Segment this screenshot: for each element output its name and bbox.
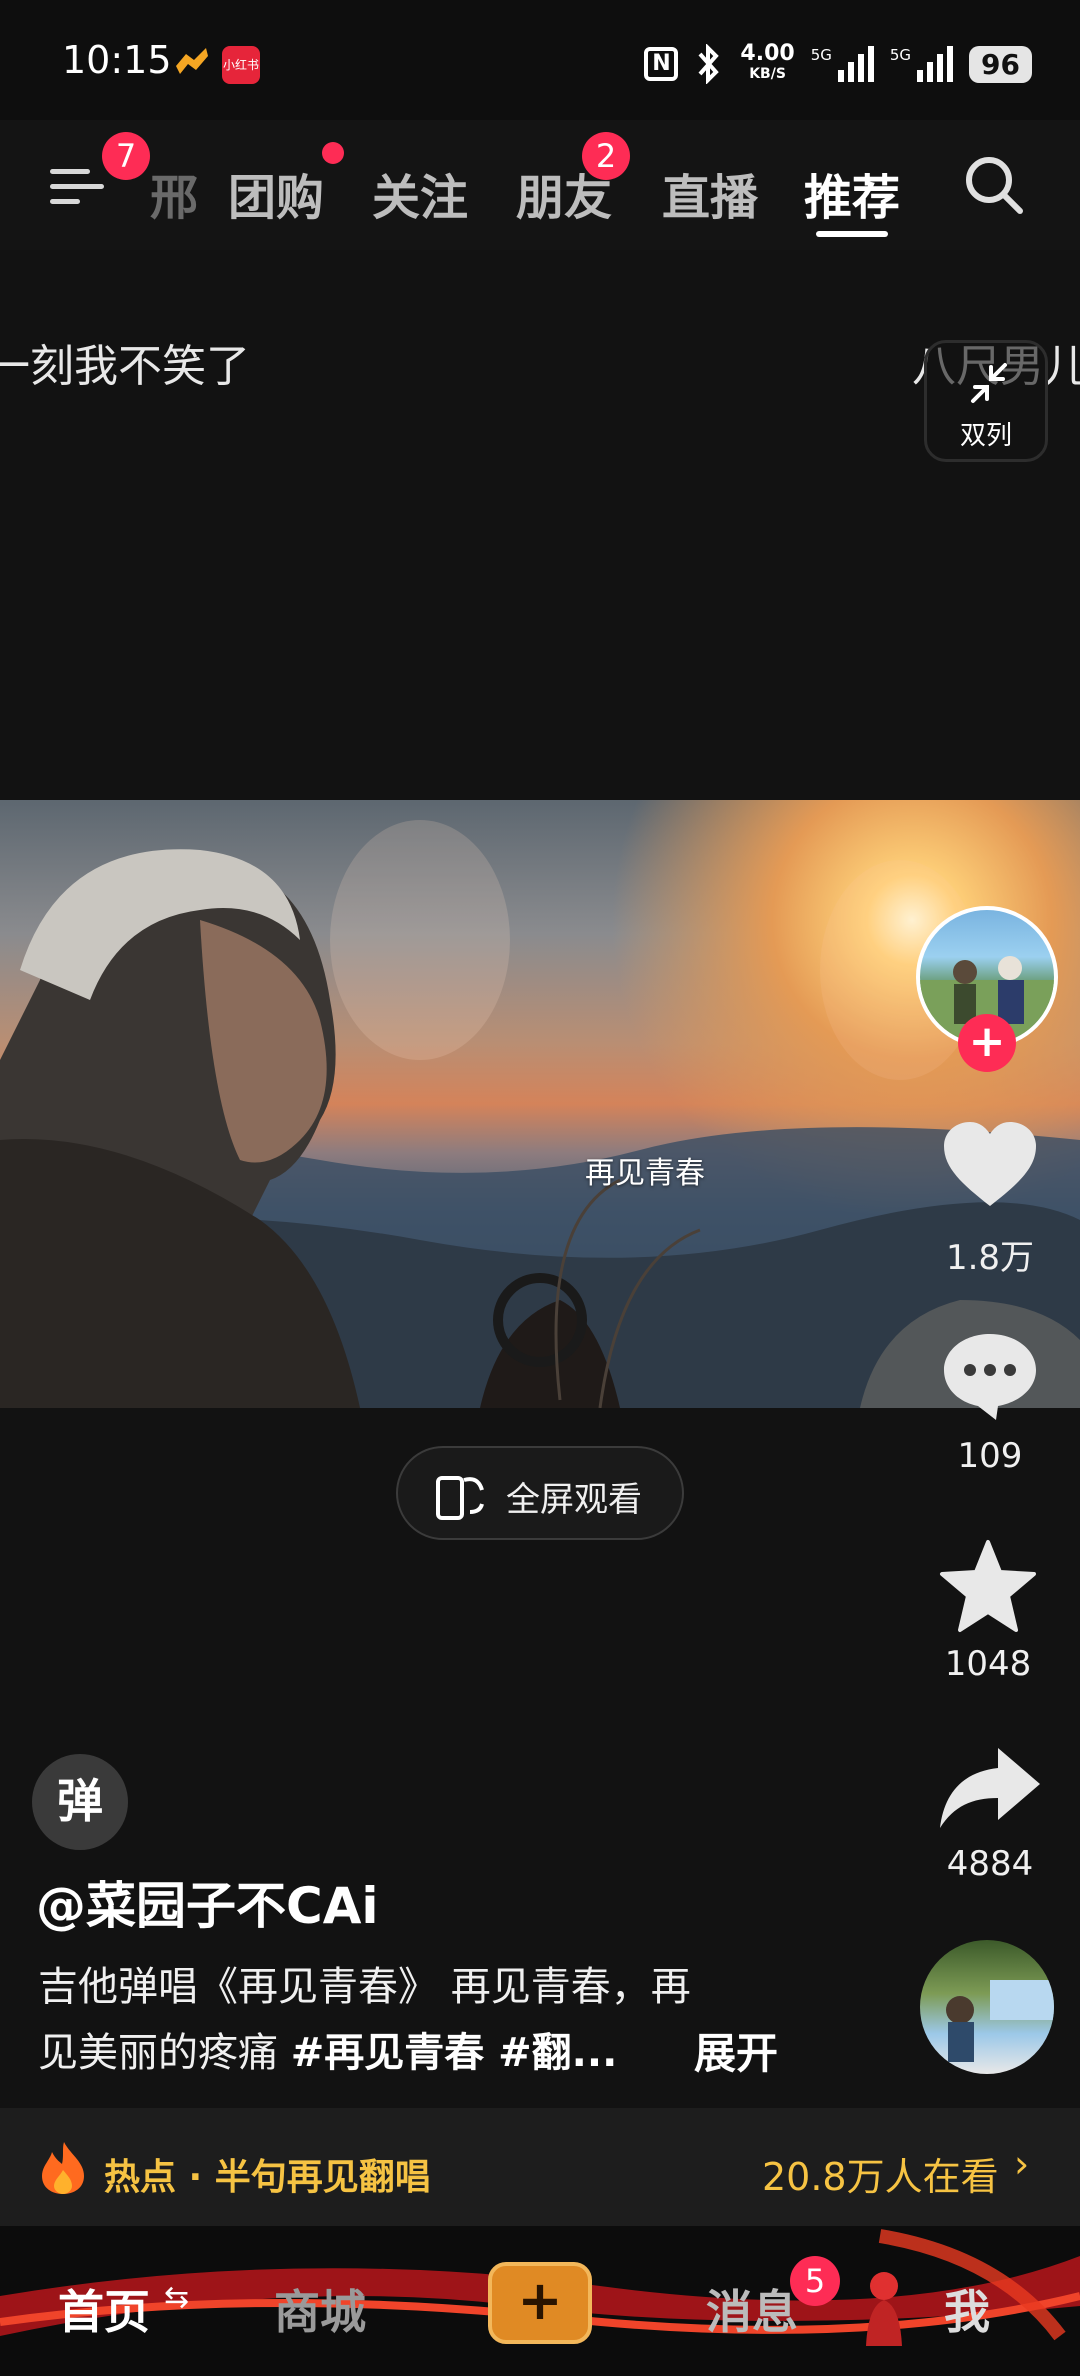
caption-line1: 吉他弹唱《再见青春》 再见青春，再 [38,1964,691,2010]
video-title-overlay: 再见青春 [585,1156,705,1191]
menu-badge: 7 [102,132,150,180]
tab-friends-badge: 2 [582,132,630,180]
nfc-icon: N [644,47,679,81]
messages-badge: 5 [790,2256,840,2306]
favorite-star-icon[interactable] [938,1538,1038,1634]
danmaku-button[interactable]: 弹 [32,1754,128,1850]
comment-count: 109 [957,1436,1023,1476]
prev-video-caption: 一刻我不笑了 [0,341,250,392]
music-cover-photo [946,1980,1054,2062]
switch-arrows-icon[interactable]: ⇆ [164,2280,189,2315]
fire-icon [42,2142,84,2194]
create-button[interactable]: + [488,2262,592,2344]
trending-topic: 热点 · 半句再见翻唱 [104,2157,431,2198]
nav-me[interactable]: 我 [944,2276,990,2342]
share-arrow-icon[interactable] [938,1744,1042,1830]
nav-home[interactable]: 首页 [58,2276,150,2342]
menu-icon[interactable] [50,165,104,209]
net-speed: 4.00 KB/S [740,41,795,83]
active-tab-indicator [816,231,888,237]
status-bar: 10:15 小红书 N 4.00 KB/S 5G 5G 96 [0,0,1080,120]
signal-sim1-icon: 5G [811,46,874,82]
xiaohongshu-app-icon: 小红书 [222,46,260,84]
tab-group-buy-dot [322,142,344,164]
author-name[interactable]: @菜园子不CAi [36,1866,379,1938]
music-disc[interactable] [920,1940,1054,2074]
like-count: 1.8万 [945,1238,1035,1278]
search-icon[interactable] [962,153,1026,217]
nav-mall[interactable]: 商城 [274,2276,366,2342]
dual-column-button[interactable]: 双列 [924,340,1048,462]
fullscreen-button[interactable]: 全屏观看 [396,1446,684,1540]
share-count: 4884 [946,1844,1034,1884]
tab-live[interactable]: 直播 [662,158,758,228]
bluetooth-icon [698,44,720,84]
status-time: 10:15 [62,38,172,82]
mascot-decoration [866,2272,902,2346]
battery-indicator: 96 [969,45,1032,83]
expand-caption-button[interactable]: 展开 [694,2020,778,2081]
fullscreen-label: 全屏观看 [506,1480,642,1520]
dual-column-label: 双列 [959,421,1012,451]
taobao-flash-icon [176,48,208,74]
tab-following[interactable]: 关注 [372,158,468,228]
rotate-phone-icon [436,1476,484,1520]
favorite-count: 1048 [944,1644,1032,1684]
follow-button[interactable]: + [958,1014,1016,1072]
tab-partial[interactable]: 邢 [150,158,198,228]
video-frame-scenery [0,820,1080,1408]
collapse-arrows-icon [971,363,1007,403]
nav-messages[interactable]: 消息 [706,2276,798,2342]
tab-group-buy[interactable]: 团购 [228,158,324,228]
chevron-right-icon: › [1014,2142,1030,2186]
like-heart-icon[interactable] [942,1120,1038,1210]
comment-icon[interactable] [940,1330,1040,1422]
caption-line2: 见美丽的疼痛 [38,2030,291,2076]
video-caption[interactable]: 吉他弹唱《再见青春》 再见青春，再 见美丽的疼痛 #再见青春 #翻... [38,1954,798,2086]
signal-sim2-icon: 5G [890,46,954,82]
video-player[interactable]: 再见青春 [0,800,1080,1408]
caption-hashtags[interactable]: #再见青春 #翻... [291,2030,618,2076]
trending-viewers: 20.8万人在看 [762,2155,999,2199]
status-icons: N 4.00 KB/S 5G 5G 96 [644,40,1032,88]
tab-recommend[interactable]: 推荐 [804,158,900,228]
